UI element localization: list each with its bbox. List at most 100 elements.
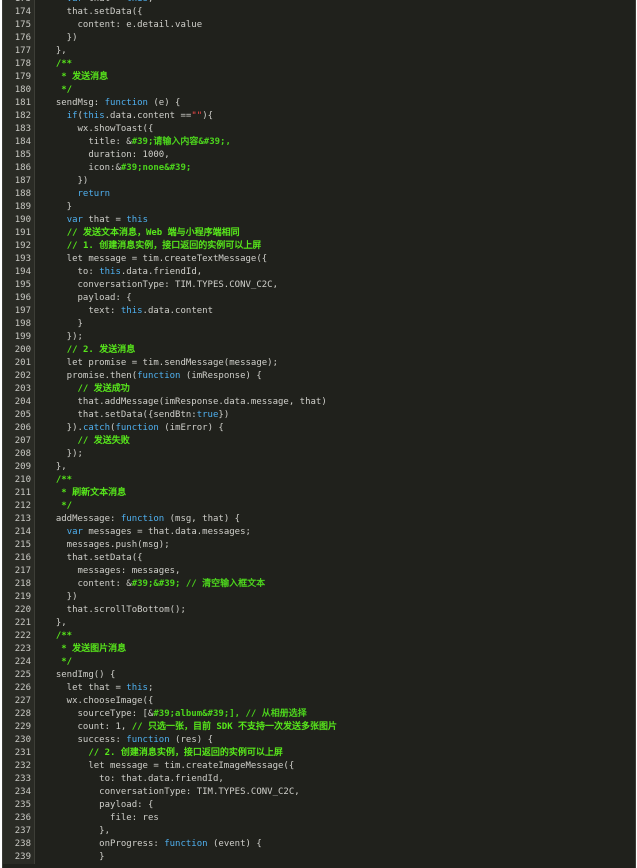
code-line[interactable]: 224 */ <box>3 656 635 669</box>
line-number: 201 <box>3 357 35 370</box>
line-text: } <box>35 318 635 331</box>
line-number: 192 <box>3 240 35 253</box>
code-line[interactable]: 192 // 1. 创建消息实例，接口返回的实例可以上屏 <box>3 240 635 253</box>
code-line[interactable]: 223 * 发送图片消息 <box>3 643 635 656</box>
code-line[interactable]: 209 }, <box>3 461 635 474</box>
comment-token: * 发送消息 <box>61 72 109 82</box>
line-text: content: &#39;&#39; // 清空输入框文本 <box>35 578 635 591</box>
code-line[interactable]: 193 let message = tim.createTextMessage(… <box>3 253 635 266</box>
code-line[interactable]: 182 if(this.data.content ==""){ <box>3 110 635 123</box>
code-line[interactable]: 212 */ <box>3 500 635 513</box>
code-line[interactable]: 197 text: this.data.content <box>3 305 635 318</box>
code-line[interactable]: 218 content: &#39;&#39; // 清空输入框文本 <box>3 578 635 591</box>
code-line[interactable]: 216 that.setData({ <box>3 552 635 565</box>
code-line[interactable]: 231 // 2. 创建消息实例，接口返回的实例可以上屏 <box>3 747 635 760</box>
line-number: 231 <box>3 747 35 760</box>
code-line[interactable]: 229 count: 1, // 只选一张，目前 SDK 不支持一次发送多张图片 <box>3 721 635 734</box>
line-number: 190 <box>3 214 35 227</box>
code-line[interactable]: 204 that.addMessage(imResponse.data.mess… <box>3 396 635 409</box>
code-line[interactable]: 189 } <box>3 201 635 214</box>
code-line[interactable]: 220 that.scrollToBottom(); <box>3 604 635 617</box>
code-line[interactable]: 203 // 发送成功 <box>3 383 635 396</box>
code-line[interactable]: 236 file: res <box>3 812 635 825</box>
code-line[interactable]: 186 icon:&#39;none&#39; <box>3 162 635 175</box>
code-line[interactable]: 208 }); <box>3 448 635 461</box>
code-line[interactable]: 176 }) <box>3 32 635 45</box>
code-line[interactable]: 230 success: function (res) { <box>3 734 635 747</box>
code-line[interactable]: 198 } <box>3 318 635 331</box>
code-line[interactable]: 225 sendImg() { <box>3 669 635 682</box>
line-text: to: that.data.friendId, <box>35 773 635 786</box>
code-line[interactable]: 196 payload: { <box>3 292 635 305</box>
line-text: let message = tim.createImageMessage({ <box>35 760 635 773</box>
code-line[interactable]: 206 }).catch(function (imError) { <box>3 422 635 435</box>
line-text: var that = this <box>35 214 635 227</box>
line-number: 195 <box>3 279 35 292</box>
code-line[interactable]: 227 wx.chooseImage({ <box>3 695 635 708</box>
code-line[interactable]: 200 // 2. 发送消息 <box>3 344 635 357</box>
code-line[interactable]: 177 }, <box>3 45 635 58</box>
code-token: wx.chooseImage({ <box>45 696 154 706</box>
code-token: payload: { <box>45 293 132 303</box>
code-line[interactable]: 239 } <box>3 851 635 864</box>
line-number: 206 <box>3 422 35 435</box>
code-line[interactable]: 185 duration: 1000, <box>3 149 635 162</box>
code-line[interactable]: 190 var that = this <box>3 214 635 227</box>
code-line[interactable]: 210 /** <box>3 474 635 487</box>
code-line[interactable]: 222 /** <box>3 630 635 643</box>
code-line[interactable]: 211 * 刷新文本消息 <box>3 487 635 500</box>
code-line[interactable]: 234 conversationType: TIM.TYPES.CONV_C2C… <box>3 786 635 799</box>
code-token: }) <box>45 33 78 43</box>
line-number: 213 <box>3 513 35 526</box>
code-line[interactable]: 213 addMessage: function (msg, that) { <box>3 513 635 526</box>
code-line[interactable]: 199 }); <box>3 331 635 344</box>
code-line[interactable]: 226 let that = this; <box>3 682 635 695</box>
line-text: wx.showToast({ <box>35 123 635 136</box>
code-line[interactable]: 184 title: &#39;请输入内容&#39;, <box>3 136 635 149</box>
code-line[interactable]: 215 messages.push(msg); <box>3 539 635 552</box>
code-line[interactable]: 238 onProgress: function (event) { <box>3 838 635 851</box>
code-line[interactable]: 207 // 发送失败 <box>3 435 635 448</box>
code-line[interactable]: 233 to: that.data.friendId, <box>3 773 635 786</box>
code-line[interactable]: 195 conversationType: TIM.TYPES.CONV_C2C… <box>3 279 635 292</box>
code-line[interactable]: 237 }, <box>3 825 635 838</box>
line-text: /** <box>35 474 635 487</box>
code-line[interactable]: 179 * 发送消息 <box>3 71 635 84</box>
code-line[interactable]: 217 messages: messages, <box>3 565 635 578</box>
code-line[interactable]: 181 sendMsg: function (e) { <box>3 97 635 110</box>
line-number: 211 <box>3 487 35 500</box>
code-line[interactable]: 232 let message = tim.createImageMessage… <box>3 760 635 773</box>
code-area[interactable]: 173 var that = this;174 that.setData({17… <box>3 0 635 864</box>
code-line[interactable]: 180 */ <box>3 84 635 97</box>
code-line[interactable]: 175 content: e.detail.value <box>3 19 635 32</box>
code-editor[interactable]: 173 var that = this;174 that.setData({17… <box>2 0 636 868</box>
keyword-token: this <box>82 111 105 121</box>
line-number: 204 <box>3 396 35 409</box>
line-text: let promise = tim.sendMessage(message); <box>35 357 635 370</box>
line-text: count: 1, // 只选一张，目前 SDK 不支持一次发送多张图片 <box>35 721 635 734</box>
code-token: ; <box>148 0 153 4</box>
code-line[interactable]: 178 /** <box>3 58 635 71</box>
line-number: 183 <box>3 123 35 136</box>
code-line[interactable]: 219 }) <box>3 591 635 604</box>
code-line[interactable]: 174 that.setData({ <box>3 6 635 19</box>
code-line[interactable]: 228 sourceType: [&#39;album&#39;], // 从相… <box>3 708 635 721</box>
code-line[interactable]: 187 }) <box>3 175 635 188</box>
line-number: 220 <box>3 604 35 617</box>
line-number: 196 <box>3 292 35 305</box>
code-line[interactable]: 221 }, <box>3 617 635 630</box>
line-text: wx.chooseImage({ <box>35 695 635 708</box>
code-line[interactable]: 202 promise.then(function (imResponse) { <box>3 370 635 383</box>
code-line[interactable]: 235 payload: { <box>3 799 635 812</box>
line-text: // 2. 创建消息实例，接口返回的实例可以上屏 <box>35 747 635 760</box>
code-line[interactable]: 214 var messages = that.data.messages; <box>3 526 635 539</box>
code-line[interactable]: 205 that.setData({sendBtn:true}) <box>3 409 635 422</box>
code-line[interactable]: 188 return <box>3 188 635 201</box>
code-line[interactable]: 194 to: this.data.friendId, <box>3 266 635 279</box>
code-line[interactable]: 191 // 发送文本消息，Web 端与小程序端相同 <box>3 227 635 240</box>
code-line[interactable]: 201 let promise = tim.sendMessage(messag… <box>3 357 635 370</box>
code-line[interactable]: 183 wx.showToast({ <box>3 123 635 136</box>
